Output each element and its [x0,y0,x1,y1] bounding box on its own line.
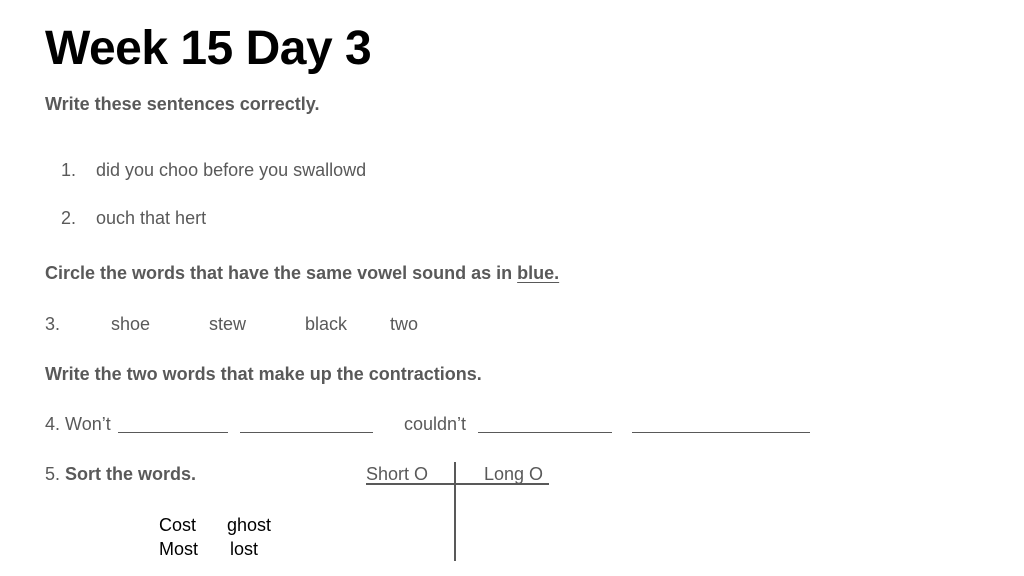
list-item: 2. ouch that hert [61,207,206,229]
answer-blank[interactable] [632,416,810,433]
word-choice-black[interactable]: black [305,313,347,335]
sentence-text: ouch that hert [96,208,207,228]
sentence-text: did you choo before you swallowd [96,160,367,180]
item-number: 4. [45,414,61,434]
answer-blank[interactable] [478,416,612,433]
section-heading-vowel-sound: Circle the words that have the same vowe… [45,262,559,284]
t-chart-vertical-line [454,462,456,561]
heading-text: Sort the words. [65,464,197,484]
t-chart-horizontal-line [366,483,549,485]
section-heading-sentences: Write these sentences correctly. [45,94,320,114]
sort-heading: 5. Sort the words. [45,463,196,485]
list-item: 1. did you choo before you swallowd [61,159,366,181]
word-bank-item[interactable]: ghost [227,513,271,537]
item-number: 2. [61,208,77,228]
word-choice-shoe[interactable]: shoe [111,313,150,335]
word-choice-stew[interactable]: stew [209,313,246,335]
page-title: Week 15 Day 3 [45,22,372,75]
contraction-word: Won’t [65,414,111,434]
column-header-short-o: Short O [366,464,429,484]
heading-text: Circle the words that have the same vowe… [45,263,518,283]
item-number: 1. [61,160,77,180]
column-header-long-o: Long O [484,464,544,484]
answer-blank[interactable] [240,416,373,433]
contraction-word: couldn’t [404,414,467,434]
word-choice-two[interactable]: two [390,313,418,335]
word-bank-item[interactable]: lost [230,537,258,561]
word-bank-item[interactable]: Most [159,537,198,561]
keyword-blue: blue. [517,263,560,283]
item-number: 5. [45,464,61,484]
section-heading-contractions: Write the two words that make up the con… [45,364,482,384]
word-bank-item[interactable]: Cost [159,513,196,537]
answer-blank[interactable] [118,416,228,433]
contraction-row: 4. Won’t [45,413,111,435]
item-number: 3. [45,314,61,334]
